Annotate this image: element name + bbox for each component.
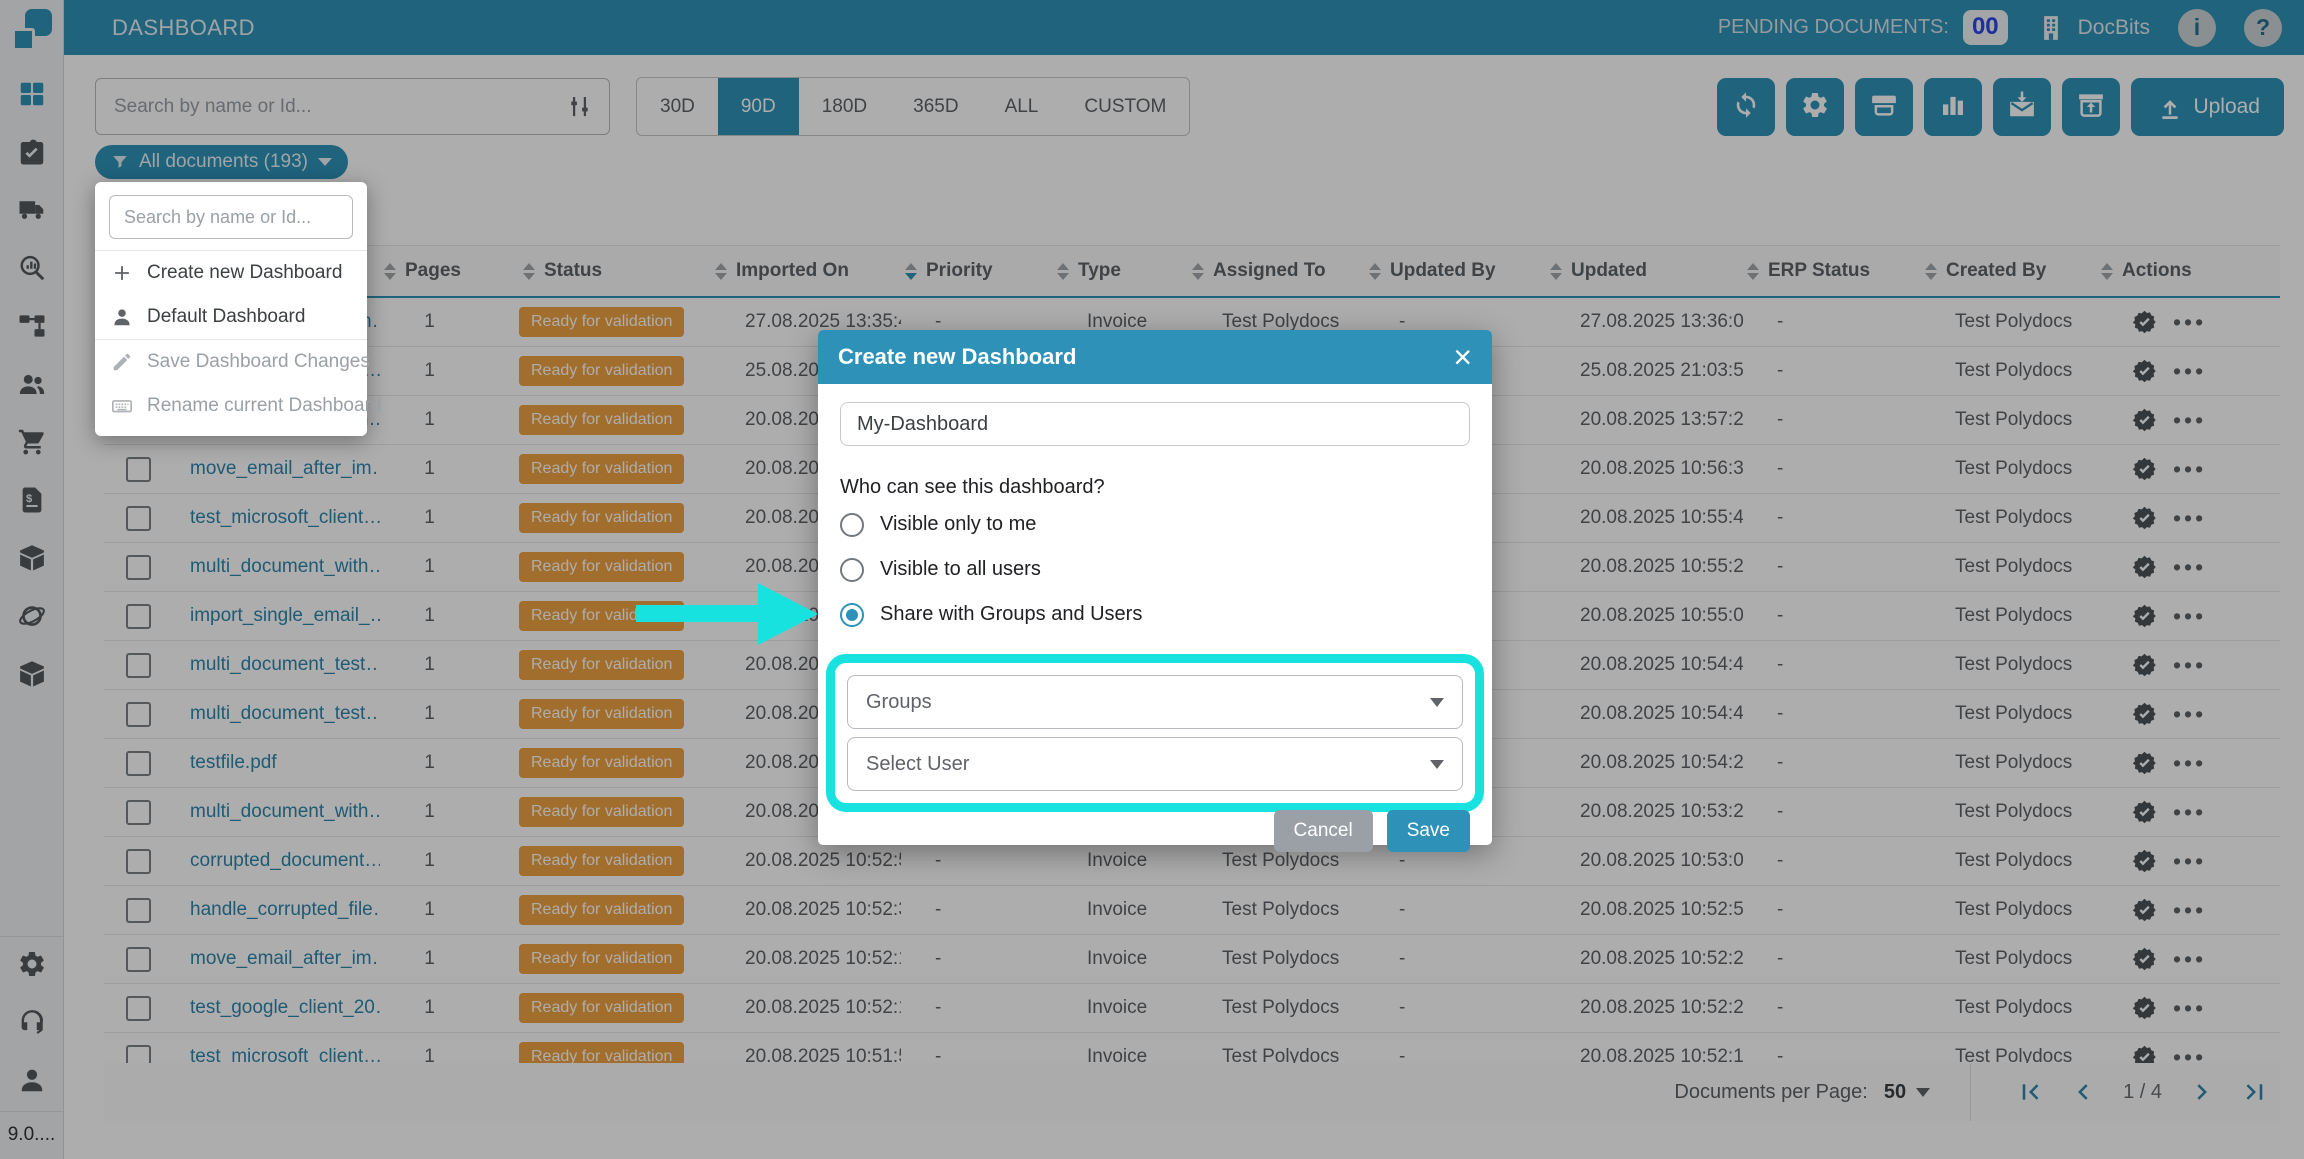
dashboard-name-input[interactable] — [840, 402, 1470, 446]
groups-select[interactable]: Groups — [847, 675, 1463, 729]
modal-body: Who can see this dashboard? Visible only… — [818, 402, 1492, 863]
radio-unselected-icon — [840, 513, 864, 537]
app-window: $ 9.0.... DASHBOARD PENDING DOCUMENTS: 0… — [0, 0, 2304, 1159]
radio-selected-icon — [840, 603, 864, 627]
save-button[interactable]: Save — [1387, 810, 1470, 852]
close-icon[interactable]: × — [1453, 341, 1472, 373]
menu-item-create-new-dashboard[interactable]: Create new Dashboard — [95, 251, 367, 295]
menu-item-default-dashboard[interactable]: Default Dashboard — [95, 295, 367, 339]
menu-search-box — [109, 195, 353, 239]
user-select-label: Select User — [866, 753, 969, 776]
modal-actions: Cancel Save — [1274, 810, 1470, 852]
menu-item-label: Save Dashboard Changes — [147, 351, 370, 373]
annotation-highlight: Groups Select User — [826, 654, 1484, 812]
person-icon — [111, 306, 133, 328]
radio-option-label: Share with Groups and Users — [880, 603, 1142, 626]
keyboard-icon — [111, 395, 133, 417]
visibility-question: Who can see this dashboard? — [840, 476, 1470, 500]
visibility-options: Visible only to me Visible to all users Sh… — [840, 502, 1470, 637]
menu-item-label: Create new Dashboard — [147, 262, 342, 284]
create-dashboard-modal: Create new Dashboard × Who can see this … — [818, 330, 1492, 845]
cancel-button[interactable]: Cancel — [1274, 810, 1373, 852]
modal-header: Create new Dashboard × — [818, 330, 1492, 384]
menu-item-rename-current-dashboard[interactable]: Rename current Dashboard — [95, 384, 367, 428]
dashboard-menu: Create new Dashboard Default Dashboard Sav… — [95, 182, 367, 436]
groups-select-label: Groups — [866, 691, 932, 714]
chevron-down-icon — [1430, 698, 1444, 707]
chevron-down-icon — [1430, 760, 1444, 769]
menu-item-label: Rename current Dashboard — [147, 395, 381, 417]
radio-option-share-with-groups-and-users[interactable]: Share with Groups and Users — [840, 592, 1470, 637]
modal-title: Create new Dashboard — [838, 344, 1076, 370]
radio-option-visible-only-to-me[interactable]: Visible only to me — [840, 502, 1470, 547]
menu-item-save-dashboard-changes[interactable]: Save Dashboard Changes — [95, 340, 367, 384]
pencil-icon — [111, 351, 133, 373]
dashboard-menu-items: Create new Dashboard Default Dashboard Sav… — [95, 251, 367, 428]
plus-icon — [111, 262, 133, 284]
radio-option-visible-to-all-users[interactable]: Visible to all users — [840, 547, 1470, 592]
menu-search-input[interactable] — [122, 206, 340, 229]
user-select[interactable]: Select User — [847, 737, 1463, 791]
radio-unselected-icon — [840, 558, 864, 582]
radio-option-label: Visible to all users — [880, 558, 1041, 581]
menu-item-label: Default Dashboard — [147, 306, 305, 328]
radio-option-label: Visible only to me — [880, 513, 1036, 536]
